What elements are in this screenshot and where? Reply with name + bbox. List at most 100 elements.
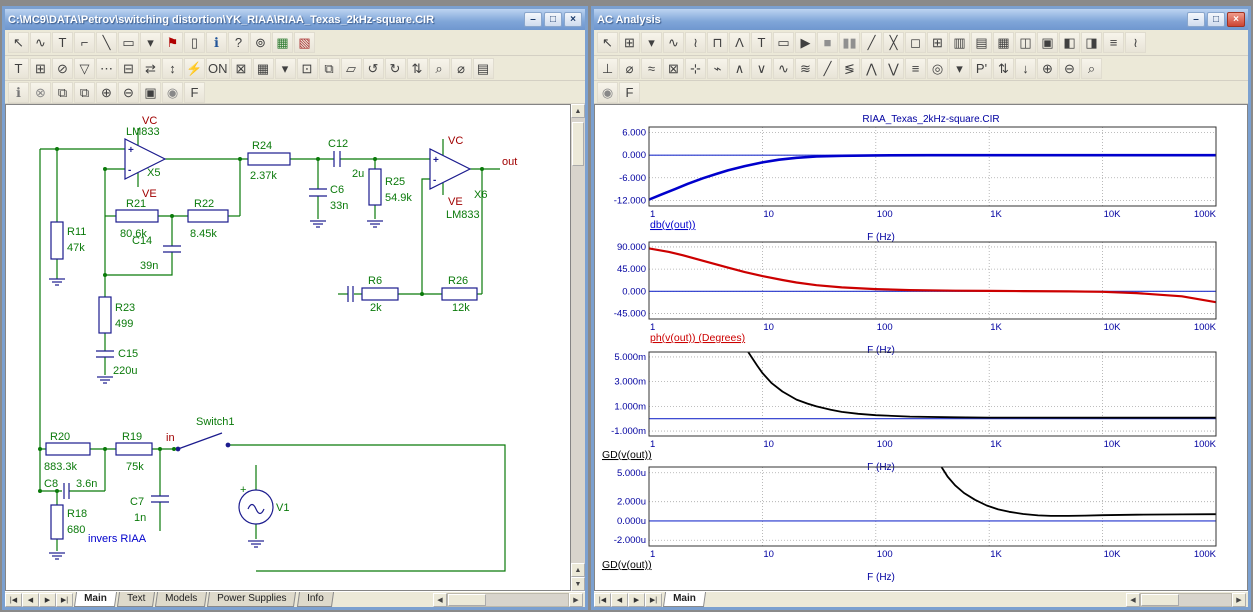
flip-vertical-icon[interactable]: ↕	[162, 58, 183, 79]
ref-label[interactable]: C12	[328, 138, 348, 150]
last-page-button[interactable]: ▶|	[645, 593, 662, 607]
pause-icon[interactable]: ▮▮	[839, 32, 860, 53]
sheet-select-icon[interactable]: ▦	[253, 58, 274, 79]
power-display-icon[interactable]: ON	[206, 58, 230, 79]
crosshair-cursor-icon[interactable]: ⊹	[685, 58, 706, 79]
curve[interactable]	[649, 155, 1216, 199]
close-button[interactable]: ×	[564, 12, 582, 27]
panes-horizontal-icon[interactable]: ▤	[971, 32, 992, 53]
switch-SW1[interactable]	[176, 433, 230, 451]
flag-tool-icon[interactable]: ⚑	[162, 32, 183, 53]
schematic-canvas[interactable]: VC LM833 X5 VE + - R24 2.37k C12 2u C6 3…	[5, 104, 571, 591]
mirror-icon[interactable]: ⇅	[407, 58, 428, 79]
grid-toggle-icon[interactable]: ⊞	[30, 58, 51, 79]
help-mode-icon[interactable]: ?	[228, 32, 249, 53]
sheet-dropdown-icon[interactable]: ▾	[275, 58, 296, 79]
ground-icon[interactable]	[49, 553, 65, 559]
line-tool-icon[interactable]: ╱	[861, 32, 882, 53]
scroll-thumb[interactable]	[1141, 594, 1179, 606]
minimize-button[interactable]: –	[1187, 12, 1205, 27]
font-icon[interactable]: F	[184, 82, 205, 103]
cursor-dropdown-icon[interactable]: ▾	[949, 58, 970, 79]
ref-label[interactable]: R25	[385, 176, 405, 188]
value-label[interactable]: 33n	[330, 200, 348, 212]
ref-label[interactable]: Switch1	[196, 416, 235, 428]
pin-connections-icon[interactable]: ⊟	[118, 58, 139, 79]
resistor-R25[interactable]	[369, 169, 381, 205]
box-select-icon[interactable]: ⊠	[663, 58, 684, 79]
analysis-titlebar[interactable]: AC Analysis – □ ×	[594, 9, 1248, 30]
go-to-point-icon[interactable]: ↓	[1015, 58, 1036, 79]
ref-label[interactable]: C8	[44, 478, 58, 490]
plots-svg[interactable]: 6.0000.000-6.000-12.0001101001K10K100Kdb…	[595, 105, 1248, 591]
cancel-icon[interactable]: ⊗	[30, 82, 51, 103]
ref-label[interactable]: R22	[194, 198, 214, 210]
resistor-R11[interactable]	[51, 222, 63, 259]
value-label[interactable]: 39n	[140, 260, 158, 272]
first-page-button[interactable]: |◀	[594, 593, 611, 607]
ortho-wire-icon[interactable]: ⌐	[74, 32, 95, 53]
find-icon[interactable]: ⌕	[429, 58, 450, 79]
rotate-cw-icon[interactable]: ↻	[385, 58, 406, 79]
capacitor-series-X6[interactable]	[348, 286, 353, 302]
single-pane-icon[interactable]: ▣	[1037, 32, 1058, 53]
ref-label[interactable]: R6	[368, 275, 382, 287]
panes-grid-icon[interactable]: ▦	[993, 32, 1014, 53]
value-label[interactable]: 75k	[126, 461, 144, 473]
curve[interactable]	[748, 352, 1216, 418]
list-icon[interactable]: ≡	[1103, 32, 1124, 53]
global-low-icon[interactable]: ⋁	[883, 58, 904, 79]
first-page-button[interactable]: |◀	[5, 593, 22, 607]
zoom-box-icon[interactable]: ◻	[905, 32, 926, 53]
curve[interactable]	[942, 467, 1217, 516]
resistor-R22[interactable]	[188, 210, 228, 222]
scroll-down-button[interactable]: ▼	[571, 577, 585, 591]
multi-wave-icon[interactable]: ≋	[795, 58, 816, 79]
waveform-icon[interactable]: ∿	[663, 32, 684, 53]
ref-label[interactable]: C15	[118, 348, 138, 360]
tab-main[interactable]: Main	[74, 592, 117, 607]
zoom-out-icon[interactable]: ⊖	[1059, 58, 1080, 79]
wire-mode-icon[interactable]: ∿	[30, 32, 51, 53]
null-cursor-icon[interactable]: ⌀	[619, 58, 640, 79]
pattern-tool-icon[interactable]: ▧	[294, 32, 315, 53]
tab-models[interactable]: Models	[155, 592, 207, 607]
value-label[interactable]: 680	[67, 524, 85, 536]
cross-tool-icon[interactable]: ╳	[883, 32, 904, 53]
schematic-svg[interactable]: VC LM833 X5 VE + - R24 2.37k C12 2u C6 3…	[6, 105, 571, 591]
waveform-label[interactable]: GD(v(out))	[602, 449, 652, 461]
next-page-button[interactable]: ▶	[39, 593, 56, 607]
stretch-icon[interactable]: ▱	[341, 58, 362, 79]
scroll-right-button[interactable]: ▶	[1232, 593, 1246, 607]
diagonal-wire-icon[interactable]: ╲	[96, 32, 117, 53]
tab-text[interactable]: Text	[117, 592, 155, 607]
prev-page-button[interactable]: ◀	[22, 593, 39, 607]
ref-label[interactable]: R19	[122, 431, 142, 443]
component-icon[interactable]: ▭	[118, 32, 139, 53]
ref-label[interactable]: R20	[50, 431, 70, 443]
ground-icon[interactable]	[97, 377, 113, 383]
ref-label[interactable]: C14	[132, 235, 152, 247]
text-tool-icon[interactable]: T	[751, 32, 772, 53]
node-voltages-icon[interactable]: ▽	[74, 58, 95, 79]
text-tool-icon[interactable]: T	[52, 32, 73, 53]
plot-properties-icon[interactable]: P'	[971, 58, 992, 79]
waveform-label[interactable]: ph(v(out)) (Degrees)	[650, 332, 745, 344]
peak-icon[interactable]: Λ	[729, 32, 750, 53]
no-op-icon[interactable]: ⌀	[451, 58, 472, 79]
run-icon[interactable]: ▶	[795, 32, 816, 53]
ref-label[interactable]: R23	[115, 302, 135, 314]
split-left-icon[interactable]: ◧	[1059, 32, 1080, 53]
grid-icon[interactable]: ⊞	[927, 32, 948, 53]
resistor-R26[interactable]	[442, 288, 477, 300]
resistor-R21[interactable]	[116, 210, 158, 222]
ground-icon[interactable]	[49, 279, 65, 285]
resistor-R19[interactable]	[116, 443, 152, 455]
copy-window-icon[interactable]: ⧉	[52, 82, 73, 103]
split-right-icon[interactable]: ◨	[1081, 32, 1102, 53]
title-block-icon[interactable]: ⧉	[319, 58, 340, 79]
attribute-text-icon[interactable]: T	[8, 58, 29, 79]
label-branches-icon[interactable]: ◎	[927, 58, 948, 79]
tab-info[interactable]: Info	[297, 592, 334, 607]
smooth-icon[interactable]: ≈	[641, 58, 662, 79]
